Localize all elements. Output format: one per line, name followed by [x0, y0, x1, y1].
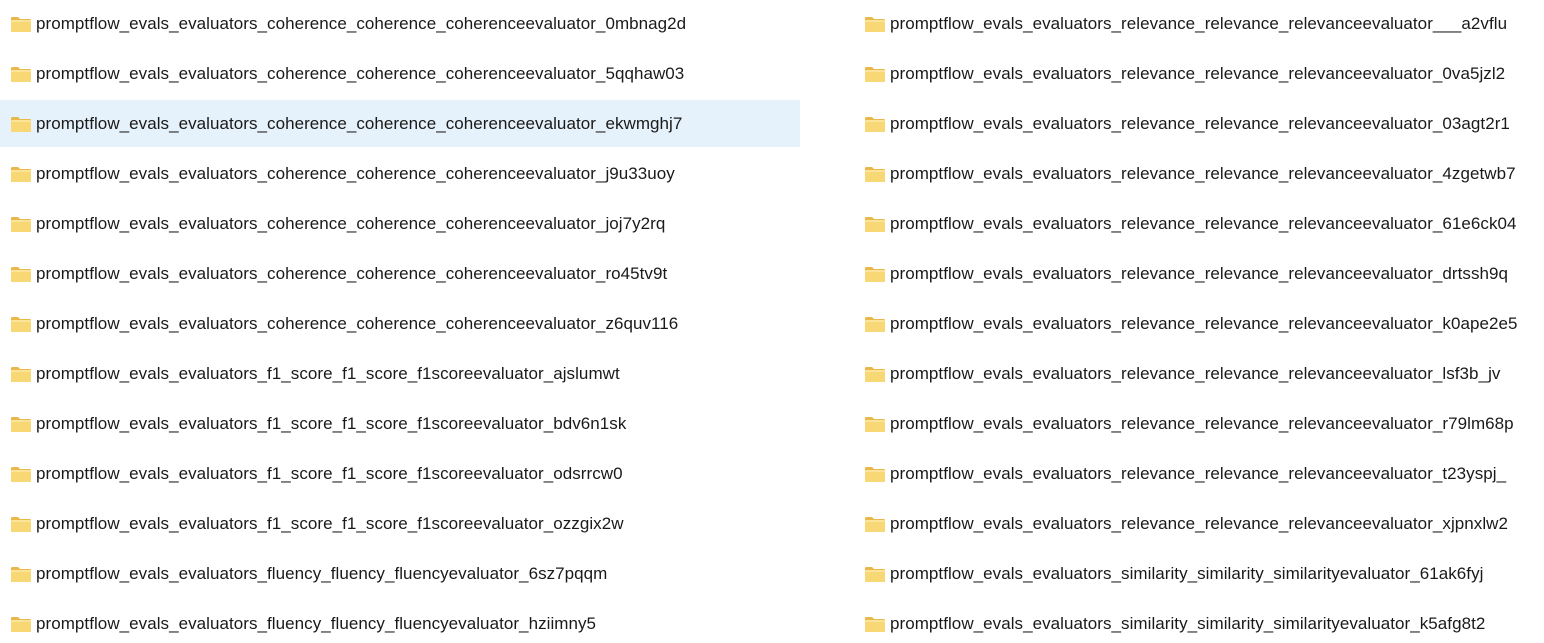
- folder-icon: [10, 615, 32, 633]
- folder-item[interactable]: promptflow_evals_evaluators_coherence_co…: [0, 50, 800, 97]
- folder-icon: [864, 15, 886, 33]
- folder-item[interactable]: promptflow_evals_evaluators_relevance_re…: [854, 300, 1544, 347]
- folder-item[interactable]: promptflow_evals_evaluators_relevance_re…: [854, 50, 1544, 97]
- folder-name: promptflow_evals_evaluators_relevance_re…: [890, 314, 1518, 333]
- folder-item[interactable]: promptflow_evals_evaluators_relevance_re…: [854, 400, 1544, 447]
- folder-item[interactable]: promptflow_evals_evaluators_relevance_re…: [854, 500, 1544, 547]
- folder-name: promptflow_evals_evaluators_f1_score_f1_…: [36, 464, 623, 483]
- folder-icon: [10, 15, 32, 33]
- folder-name: promptflow_evals_evaluators_coherence_co…: [36, 164, 675, 183]
- folder-item[interactable]: promptflow_evals_evaluators_coherence_co…: [0, 300, 800, 347]
- folder-name: promptflow_evals_evaluators_relevance_re…: [890, 264, 1509, 283]
- folder-item[interactable]: promptflow_evals_evaluators_relevance_re…: [854, 0, 1544, 47]
- folder-icon: [864, 215, 886, 233]
- folder-item[interactable]: promptflow_evals_evaluators_similarity_s…: [854, 550, 1544, 597]
- folder-name: promptflow_evals_evaluators_relevance_re…: [890, 114, 1510, 133]
- folder-name: promptflow_evals_evaluators_relevance_re…: [890, 364, 1501, 383]
- folder-item[interactable]: promptflow_evals_evaluators_coherence_co…: [0, 0, 800, 47]
- folder-name: promptflow_evals_evaluators_relevance_re…: [890, 464, 1507, 483]
- folder-item[interactable]: promptflow_evals_evaluators_f1_score_f1_…: [0, 500, 800, 547]
- folder-icon: [10, 265, 32, 283]
- folder-name: promptflow_evals_evaluators_similarity_s…: [890, 564, 1484, 583]
- folder-name: promptflow_evals_evaluators_coherence_co…: [36, 14, 687, 33]
- folder-icon: [10, 65, 32, 83]
- folder-item[interactable]: promptflow_evals_evaluators_relevance_re…: [854, 350, 1544, 397]
- folder-icon: [864, 365, 886, 383]
- folder-item[interactable]: promptflow_evals_evaluators_f1_score_f1_…: [0, 450, 800, 497]
- file-column-left: promptflow_evals_evaluators_coherence_co…: [0, 0, 800, 643]
- folder-name: promptflow_evals_evaluators_coherence_co…: [36, 114, 683, 133]
- folder-name: promptflow_evals_evaluators_fluency_flue…: [36, 614, 597, 633]
- folder-icon: [10, 365, 32, 383]
- folder-name: promptflow_evals_evaluators_relevance_re…: [890, 164, 1516, 183]
- folder-name: promptflow_evals_evaluators_coherence_co…: [36, 264, 668, 283]
- folder-item[interactable]: promptflow_evals_evaluators_coherence_co…: [0, 250, 800, 297]
- folder-icon: [864, 315, 886, 333]
- folder-item[interactable]: promptflow_evals_evaluators_f1_score_f1_…: [0, 350, 800, 397]
- folder-name: promptflow_evals_evaluators_relevance_re…: [890, 64, 1506, 83]
- folder-item[interactable]: promptflow_evals_evaluators_similarity_s…: [854, 600, 1544, 643]
- folder-name: promptflow_evals_evaluators_relevance_re…: [890, 514, 1508, 533]
- folder-name: promptflow_evals_evaluators_coherence_co…: [36, 64, 685, 83]
- folder-icon: [10, 115, 32, 133]
- folder-item[interactable]: promptflow_evals_evaluators_coherence_co…: [0, 100, 800, 147]
- folder-icon: [10, 315, 32, 333]
- folder-item[interactable]: promptflow_evals_evaluators_relevance_re…: [854, 150, 1544, 197]
- folder-item[interactable]: promptflow_evals_evaluators_fluency_flue…: [0, 550, 800, 597]
- folder-item[interactable]: promptflow_evals_evaluators_coherence_co…: [0, 150, 800, 197]
- folder-icon: [864, 465, 886, 483]
- folder-icon: [10, 565, 32, 583]
- folder-icon: [864, 515, 886, 533]
- folder-name: promptflow_evals_evaluators_fluency_flue…: [36, 564, 608, 583]
- folder-icon: [10, 165, 32, 183]
- folder-item[interactable]: promptflow_evals_evaluators_fluency_flue…: [0, 600, 800, 643]
- folder-icon: [10, 515, 32, 533]
- folder-icon: [864, 265, 886, 283]
- file-list-view: promptflow_evals_evaluators_coherence_co…: [0, 0, 1544, 643]
- folder-icon: [864, 65, 886, 83]
- folder-item[interactable]: promptflow_evals_evaluators_relevance_re…: [854, 100, 1544, 147]
- folder-name: promptflow_evals_evaluators_f1_score_f1_…: [36, 514, 624, 533]
- folder-name: promptflow_evals_evaluators_coherence_co…: [36, 314, 679, 333]
- folder-icon: [864, 615, 886, 633]
- folder-icon: [10, 215, 32, 233]
- folder-item[interactable]: promptflow_evals_evaluators_coherence_co…: [0, 200, 800, 247]
- folder-item[interactable]: promptflow_evals_evaluators_relevance_re…: [854, 200, 1544, 247]
- folder-icon: [864, 415, 886, 433]
- folder-icon: [864, 115, 886, 133]
- folder-icon: [864, 565, 886, 583]
- folder-name: promptflow_evals_evaluators_relevance_re…: [890, 414, 1514, 433]
- folder-item[interactable]: promptflow_evals_evaluators_f1_score_f1_…: [0, 400, 800, 447]
- folder-icon: [864, 165, 886, 183]
- folder-name: promptflow_evals_evaluators_similarity_s…: [890, 614, 1486, 633]
- folder-name: promptflow_evals_evaluators_relevance_re…: [890, 214, 1517, 233]
- folder-item[interactable]: promptflow_evals_evaluators_relevance_re…: [854, 250, 1544, 297]
- folder-name: promptflow_evals_evaluators_f1_score_f1_…: [36, 364, 620, 383]
- folder-name: promptflow_evals_evaluators_relevance_re…: [890, 14, 1508, 33]
- folder-name: promptflow_evals_evaluators_coherence_co…: [36, 214, 666, 233]
- folder-name: promptflow_evals_evaluators_f1_score_f1_…: [36, 414, 627, 433]
- folder-item[interactable]: promptflow_evals_evaluators_relevance_re…: [854, 450, 1544, 497]
- folder-icon: [10, 465, 32, 483]
- folder-icon: [10, 415, 32, 433]
- file-column-right: promptflow_evals_evaluators_relevance_re…: [854, 0, 1544, 643]
